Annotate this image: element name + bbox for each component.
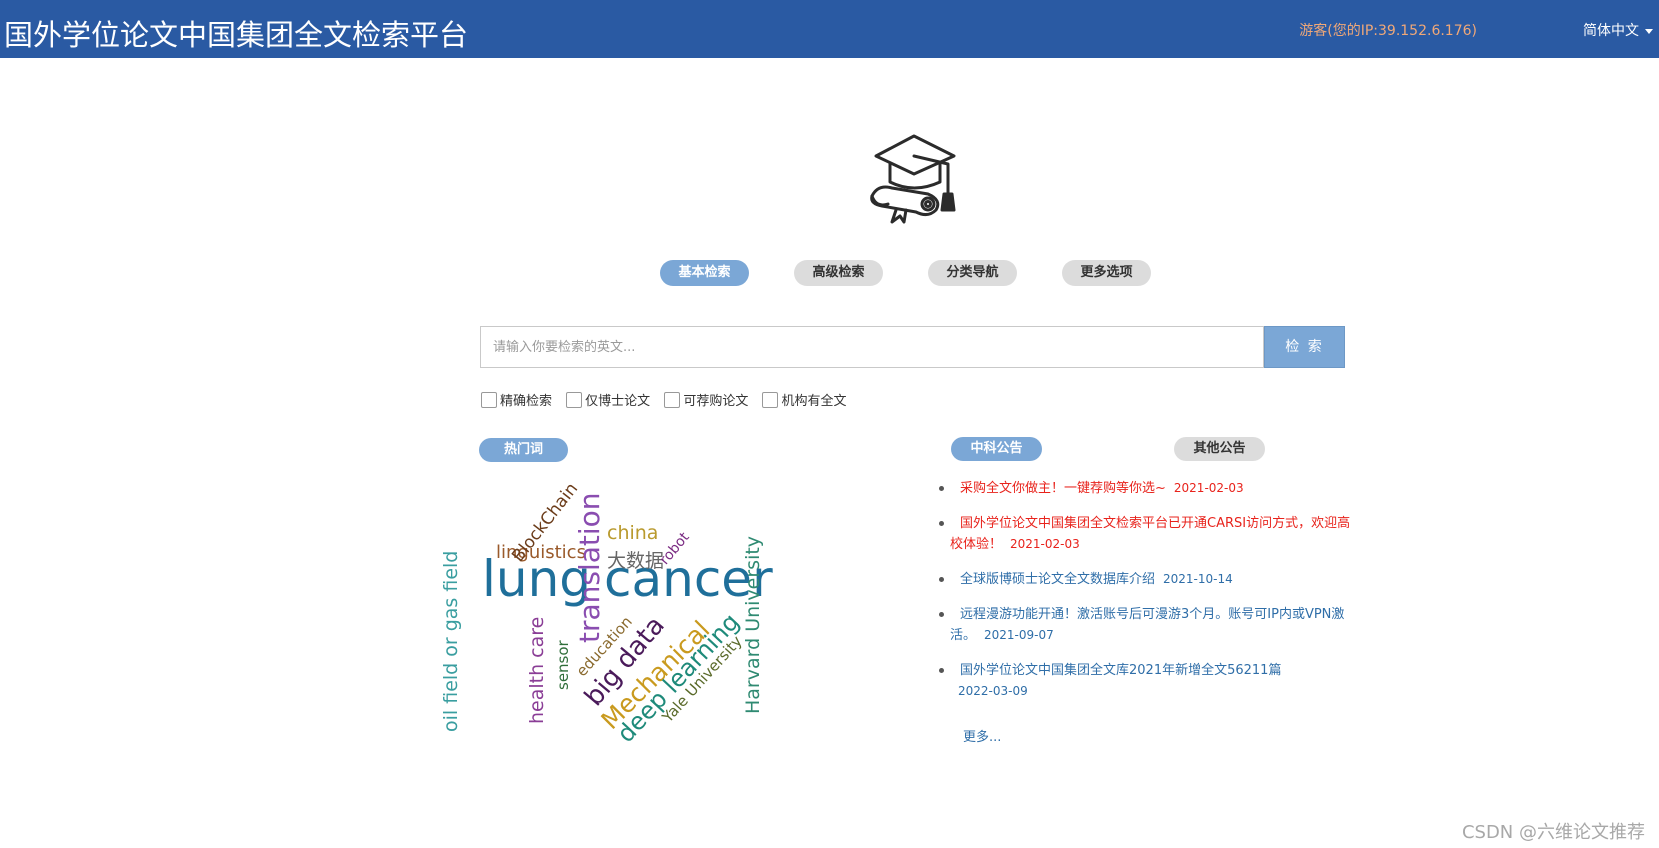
visitor-ip-info: 游客(您的IP:39.152.6.176) [1299,23,1477,39]
bullet [939,486,944,491]
hot-words-cloud: oil field or gas field linguistics Block… [440,470,792,748]
watermark: CSDN @六维论文推荐 [1461,822,1645,843]
announcement-item: 国外学位论文中国集团全文检索平台已开通CARSI访问方式，欢迎高校体验！ 2021… [935,513,1355,555]
tab-other-announcements[interactable]: 其他公告 [1174,437,1265,461]
announcement-date: 2021-02-03 [1173,481,1244,495]
announcement-list: 采购全文你做主！一键荐购等你选~ 2021-02-03 国外学位论文中国集团全文检… [935,478,1355,716]
search-bar: 检 索 [480,326,1345,368]
graduation-cap-icon [870,134,956,224]
language-label: 简体中文 [1583,23,1639,39]
option-exact-search[interactable]: 精确检索 [481,390,552,409]
tab-advanced-search[interactable]: 高级检索 [794,260,883,286]
caret-down-icon [1645,28,1653,34]
hotword[interactable]: oil field or gas field [440,551,462,732]
checkbox[interactable] [481,391,497,408]
tab-basic-search[interactable]: 基本检索 [660,260,749,286]
bullet [939,521,944,526]
announcement-date: 2021-09-07 [984,628,1054,642]
more-announcements-link[interactable]: 更多... [963,726,1001,745]
announcement-item: 国外学位论文中国集团全文库2021年新增全文56211篇 2022-03-09 [935,660,1295,702]
option-institution-fulltext[interactable]: 机构有全文 [762,390,846,409]
hotword[interactable]: Harvard University [742,536,764,714]
tab-hot-words[interactable]: 热门词 [479,438,568,462]
language-dropdown[interactable]: 简体中文 [1583,20,1653,40]
tab-more-options[interactable]: 更多选项 [1062,260,1151,286]
announcement-date: 2021-02-03 [1010,537,1080,551]
announcement-link[interactable]: 国外学位论文中国集团全文库2021年新增全文56211篇 [960,663,1281,678]
hotword[interactable]: sensor [554,640,572,690]
bullet [939,668,944,673]
announcement-item: 采购全文你做主！一键荐购等你选~ 2021-02-03 [935,478,1355,499]
top-header-bar: 国外学位论文中国集团全文检索平台 游客(您的IP:39.152.6.176) 简… [0,0,1659,58]
hotword[interactable]: china [607,522,658,544]
checkbox[interactable] [762,391,779,408]
announcement-link[interactable]: 采购全文你做主！一键荐购等你选~ [960,481,1166,496]
site-title: 国外学位论文中国集团全文检索平台 [4,18,469,52]
checkbox[interactable] [664,391,681,408]
search-button[interactable]: 检 索 [1264,326,1345,368]
announcement-date: 2021-10-14 [1163,572,1233,586]
hotword[interactable]: 大数据 [607,546,664,573]
checkbox[interactable] [566,391,583,408]
announcement-link[interactable]: 全球版博硕士论文全文数据库介绍 [960,572,1155,587]
option-recommend-purchase[interactable]: 可荐购论文 [664,390,748,409]
announcement-item: 远程漫游功能开通！激活账号后可漫游3个月。账号可IP内或VPN激活。 2021-0… [935,604,1355,646]
announcement-date: 2022-03-09 [958,684,1028,698]
tab-zhongke-announcements[interactable]: 中科公告 [951,437,1042,461]
bullet [939,612,944,617]
announcement-item: 全球版博硕士论文全文数据库介绍 2021-10-14 [935,569,1355,590]
option-doctoral-only[interactable]: 仅博士论文 [566,390,650,409]
hotword[interactable]: translation [573,492,606,643]
search-input[interactable] [480,326,1264,368]
bullet [939,577,944,582]
tab-category-nav[interactable]: 分类导航 [928,260,1017,286]
hotword[interactable]: health care [526,617,548,724]
search-options: 精确检索 仅博士论文 可荐购论文 机构有全文 [481,390,856,409]
